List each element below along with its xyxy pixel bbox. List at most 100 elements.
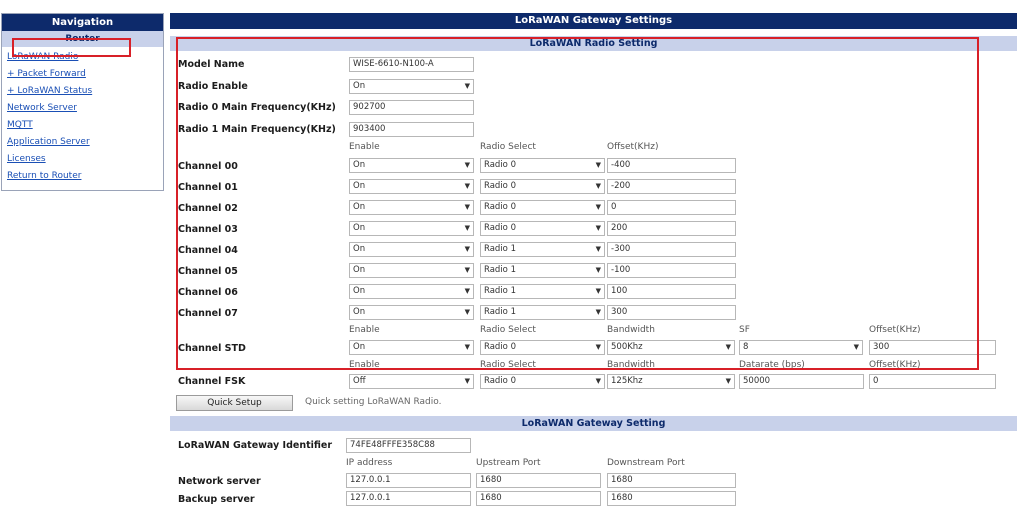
channel-04-enable-select[interactable]: On ▼ bbox=[349, 242, 474, 257]
channel-02-enable-value: On bbox=[353, 202, 366, 212]
network-server-ip-field[interactable]: 127.0.0.1 bbox=[346, 473, 471, 488]
channel-01-enable-select[interactable]: On ▼ bbox=[349, 179, 474, 194]
channel-std-radio-value: Radio 0 bbox=[484, 342, 516, 352]
channel-05-radio-value: Radio 1 bbox=[484, 265, 516, 275]
channel-fsk-bandwidth-select[interactable]: 125Khz ▼ bbox=[607, 374, 735, 389]
channel-04-radio-select[interactable]: Radio 1 ▼ bbox=[480, 242, 605, 257]
channel-std-radio-select[interactable]: Radio 0 ▼ bbox=[480, 340, 605, 355]
channel-02-offset-field[interactable]: 0 bbox=[607, 200, 736, 215]
channel-06-enable-select[interactable]: On ▼ bbox=[349, 284, 474, 299]
dropdown-arrow-icon: ▼ bbox=[464, 161, 470, 169]
channel-03-enable-value: On bbox=[353, 223, 366, 233]
channel-std-enable-select[interactable]: On ▼ bbox=[349, 340, 474, 355]
gateway-section-header: LoRaWAN Gateway Setting bbox=[170, 416, 1017, 431]
channel-05-enable-value: On bbox=[353, 265, 366, 275]
nav-link-lorawan-radio[interactable]: LoRaWAN Radio bbox=[7, 49, 163, 66]
channel-00-enable-select[interactable]: On ▼ bbox=[349, 158, 474, 173]
offset-column-header: Offset(KHz) bbox=[607, 142, 659, 152]
channel-06-offset-field[interactable]: 100 bbox=[607, 284, 736, 299]
channel-fsk-label: Channel FSK bbox=[178, 376, 246, 387]
nav-link-lorawan-status[interactable]: + LoRaWAN Status bbox=[7, 83, 163, 100]
dropdown-arrow-icon: ▼ bbox=[464, 203, 470, 211]
radio-enable-label: Radio Enable bbox=[178, 81, 248, 92]
channel-04-label: Channel 04 bbox=[178, 245, 238, 256]
backup-server-downstream-field[interactable]: 1680 bbox=[607, 491, 736, 506]
channel-03-offset-field[interactable]: 200 bbox=[607, 221, 736, 236]
channel-fsk-enable-value: Off bbox=[353, 376, 366, 386]
channel-fsk-radio-value: Radio 0 bbox=[484, 376, 516, 386]
channel-03-enable-select[interactable]: On ▼ bbox=[349, 221, 474, 236]
nav-link-application-server[interactable]: Application Server bbox=[7, 134, 163, 151]
dropdown-arrow-icon: ▼ bbox=[725, 377, 731, 385]
channel-03-label: Channel 03 bbox=[178, 224, 238, 235]
gateway-identifier-field[interactable]: 74FE48FFFE358C88 bbox=[346, 438, 471, 453]
std-offset-header: Offset(KHz) bbox=[869, 325, 921, 335]
fsk-enable-header: Enable bbox=[349, 360, 380, 370]
channel-02-radio-select[interactable]: Radio 0 ▼ bbox=[480, 200, 605, 215]
nav-link-licenses[interactable]: Licenses bbox=[7, 151, 163, 168]
channel-04-offset-field[interactable]: -300 bbox=[607, 242, 736, 257]
nav-link-network-server[interactable]: Network Server bbox=[7, 100, 163, 117]
channel-std-sf-value: 8 bbox=[743, 342, 749, 352]
dropdown-arrow-icon: ▼ bbox=[595, 287, 601, 295]
channel-05-label: Channel 05 bbox=[178, 266, 238, 277]
dropdown-arrow-icon: ▼ bbox=[464, 82, 470, 90]
channel-05-offset-field[interactable]: -100 bbox=[607, 263, 736, 278]
gateway-identifier-label: LoRaWAN Gateway Identifier bbox=[178, 440, 333, 451]
dropdown-arrow-icon: ▼ bbox=[595, 377, 601, 385]
navigation-panel: Navigation Router LoRaWAN Radio + Packet… bbox=[1, 13, 164, 191]
channel-std-bandwidth-select[interactable]: 500Khz ▼ bbox=[607, 340, 735, 355]
nav-link-mqtt[interactable]: MQTT bbox=[7, 117, 163, 134]
channel-02-enable-select[interactable]: On ▼ bbox=[349, 200, 474, 215]
backup-server-label: Backup server bbox=[178, 494, 255, 505]
channel-07-enable-select[interactable]: On ▼ bbox=[349, 305, 474, 320]
channel-01-radio-value: Radio 0 bbox=[484, 181, 516, 191]
channel-06-radio-value: Radio 1 bbox=[484, 286, 516, 296]
dropdown-arrow-icon: ▼ bbox=[595, 266, 601, 274]
channel-07-radio-select[interactable]: Radio 1 ▼ bbox=[480, 305, 605, 320]
channel-01-offset-field[interactable]: -200 bbox=[607, 179, 736, 194]
channel-00-radio-value: Radio 0 bbox=[484, 160, 516, 170]
channel-05-radio-select[interactable]: Radio 1 ▼ bbox=[480, 263, 605, 278]
nav-router-header[interactable]: Router bbox=[2, 31, 163, 47]
backup-server-ip-field[interactable]: 127.0.0.1 bbox=[346, 491, 471, 506]
downstream-port-header: Downstream Port bbox=[607, 458, 685, 468]
network-server-downstream-field[interactable]: 1680 bbox=[607, 473, 736, 488]
channel-07-radio-value: Radio 1 bbox=[484, 307, 516, 317]
model-name-field[interactable]: WISE-6610-N100-A bbox=[349, 57, 474, 72]
channel-07-label: Channel 07 bbox=[178, 308, 238, 319]
backup-server-upstream-field[interactable]: 1680 bbox=[476, 491, 601, 506]
channel-fsk-enable-select[interactable]: Off ▼ bbox=[349, 374, 474, 389]
channel-std-enable-value: On bbox=[353, 342, 366, 352]
channel-05-enable-select[interactable]: On ▼ bbox=[349, 263, 474, 278]
channel-00-offset-field[interactable]: -400 bbox=[607, 158, 736, 173]
dropdown-arrow-icon: ▼ bbox=[595, 203, 601, 211]
channel-std-offset-field[interactable]: 300 bbox=[869, 340, 996, 355]
quick-setup-button[interactable]: Quick Setup bbox=[176, 395, 293, 411]
channel-06-radio-select[interactable]: Radio 1 ▼ bbox=[480, 284, 605, 299]
channel-03-radio-select[interactable]: Radio 0 ▼ bbox=[480, 221, 605, 236]
dropdown-arrow-icon: ▼ bbox=[595, 245, 601, 253]
radio-enable-select[interactable]: On ▼ bbox=[349, 79, 474, 94]
navigation-title: Navigation bbox=[2, 14, 163, 31]
network-server-label: Network server bbox=[178, 476, 261, 487]
channel-01-label: Channel 01 bbox=[178, 182, 238, 193]
upstream-port-header: Upstream Port bbox=[476, 458, 541, 468]
channel-07-offset-field[interactable]: 300 bbox=[607, 305, 736, 320]
network-server-upstream-field[interactable]: 1680 bbox=[476, 473, 601, 488]
channel-fsk-datarate-field[interactable]: 50000 bbox=[739, 374, 864, 389]
nav-link-return-to-router[interactable]: Return to Router bbox=[7, 168, 163, 185]
channel-fsk-radio-select[interactable]: Radio 0 ▼ bbox=[480, 374, 605, 389]
radio1-frequency-field[interactable]: 903400 bbox=[349, 122, 474, 137]
radio-select-column-header: Radio Select bbox=[480, 142, 536, 152]
channel-std-sf-select[interactable]: 8 ▼ bbox=[739, 340, 863, 355]
channel-04-radio-value: Radio 1 bbox=[484, 244, 516, 254]
channel-00-radio-select[interactable]: Radio 0 ▼ bbox=[480, 158, 605, 173]
dropdown-arrow-icon: ▼ bbox=[725, 343, 731, 351]
channel-00-enable-value: On bbox=[353, 160, 366, 170]
nav-link-packet-forward[interactable]: + Packet Forward bbox=[7, 66, 163, 83]
radio0-frequency-field[interactable]: 902700 bbox=[349, 100, 474, 115]
channel-fsk-offset-field[interactable]: 0 bbox=[869, 374, 996, 389]
channel-01-radio-select[interactable]: Radio 0 ▼ bbox=[480, 179, 605, 194]
std-enable-header: Enable bbox=[349, 325, 380, 335]
